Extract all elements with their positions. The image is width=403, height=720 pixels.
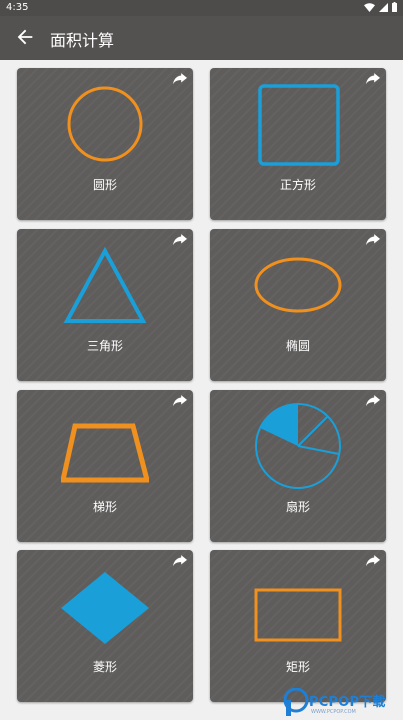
trapezoid-shape-icon (61, 423, 149, 483)
share-icon[interactable] (173, 73, 187, 85)
card-sector[interactable]: 扇形 (210, 390, 386, 542)
share-icon[interactable] (366, 555, 380, 567)
wifi-icon (364, 2, 375, 12)
card-label: 矩形 (285, 660, 310, 674)
shape-grid: 圆形 正方形 三角形 椭圆 梯形 扇形 菱形 矩形 (0, 60, 403, 720)
rhombus-shape-icon (61, 572, 149, 644)
card-ellipse[interactable]: 椭圆 (210, 229, 386, 381)
card-label: 梯形 (92, 500, 117, 514)
share-icon[interactable] (173, 395, 187, 407)
pcpop-logo-icon (283, 688, 309, 716)
card-circle[interactable]: 圆形 (17, 68, 193, 220)
card-rectangle[interactable]: 矩形 (210, 550, 386, 702)
page-title: 面积计算 (50, 31, 115, 50)
card-label: 椭圆 (285, 339, 310, 353)
card-label: 菱形 (92, 660, 117, 674)
watermark-brand: PCPOP下载 (309, 695, 386, 710)
status-icons (364, 2, 397, 12)
card-rhombus[interactable]: 菱形 (17, 550, 193, 702)
card-label: 三角形 (86, 339, 123, 353)
square-shape-icon (258, 84, 340, 166)
app-bar: 面积计算 (0, 16, 403, 60)
circle-shape-icon (67, 86, 143, 162)
card-square[interactable]: 正方形 (210, 68, 386, 220)
signal-icon (379, 2, 388, 12)
watermark-tagline: WWW.PCPOP.COM (311, 709, 356, 715)
sector-shape-icon (255, 403, 341, 489)
status-time: 4:35 (6, 2, 29, 13)
ellipse-shape-icon (254, 257, 342, 313)
share-icon[interactable] (366, 234, 380, 246)
watermark: PCPOP下载 WWW.PCPOP.COM (277, 684, 403, 720)
battery-icon (392, 2, 397, 12)
card-label: 扇形 (285, 500, 310, 514)
share-icon[interactable] (366, 73, 380, 85)
card-trapezoid[interactable]: 梯形 (17, 390, 193, 542)
card-label: 正方形 (279, 178, 316, 192)
back-arrow-icon[interactable] (14, 26, 36, 48)
share-icon[interactable] (366, 395, 380, 407)
share-icon[interactable] (173, 234, 187, 246)
status-bar: 4:35 (0, 0, 403, 16)
share-icon[interactable] (173, 555, 187, 567)
card-triangle[interactable]: 三角形 (17, 229, 193, 381)
triangle-shape-icon (63, 246, 147, 323)
rectangle-shape-icon (254, 588, 342, 642)
card-label: 圆形 (92, 178, 117, 192)
